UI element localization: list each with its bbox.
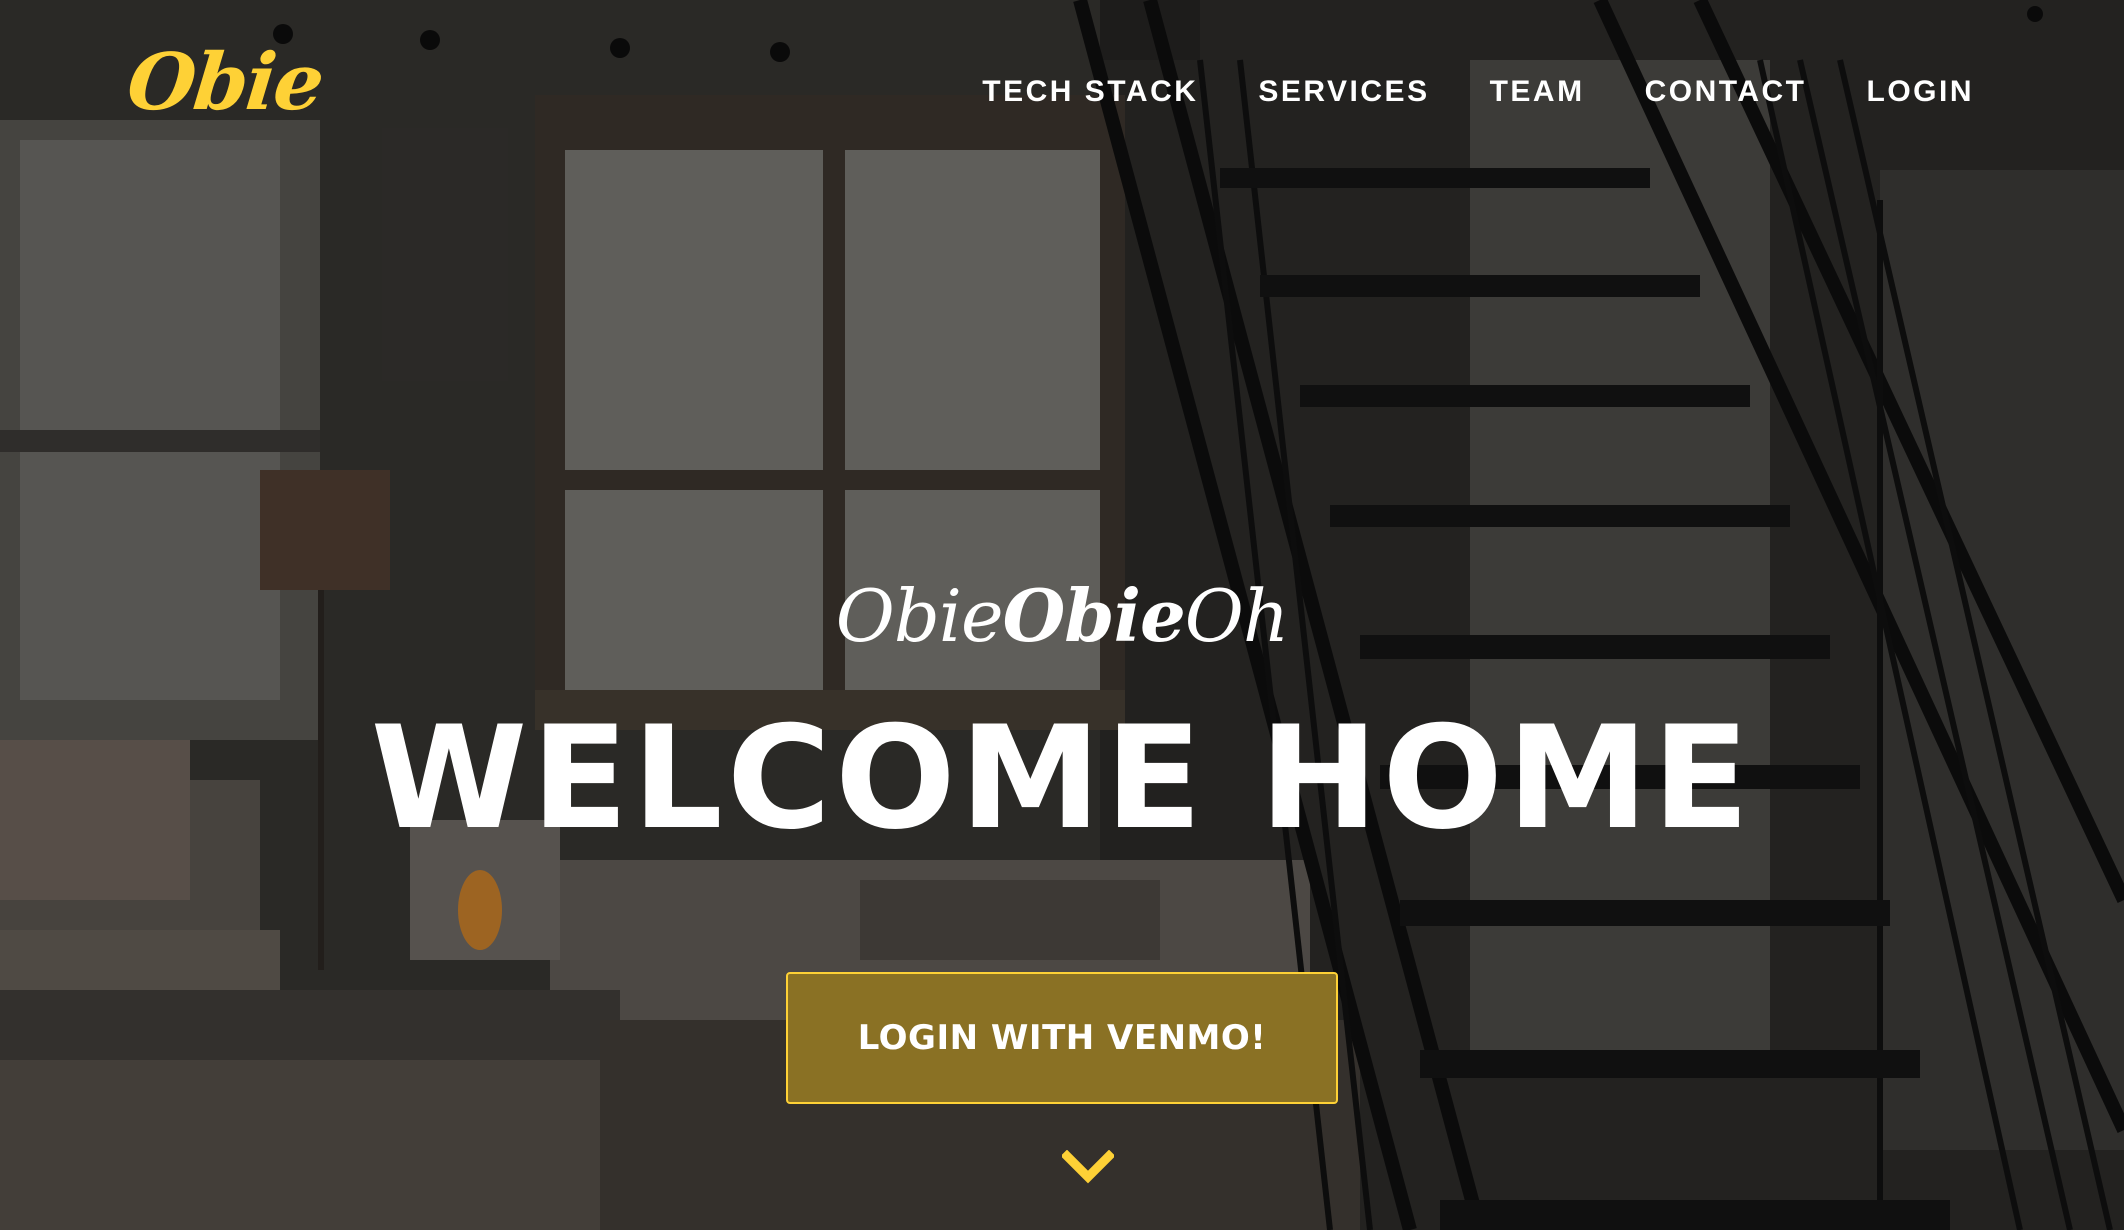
hero-text: ObieObieOh WELCOME HOME [0, 580, 2124, 850]
nav-item-login[interactable]: LOGIN [1837, 74, 2005, 110]
login-with-venmo-button[interactable]: LOGIN WITH VENMO! [786, 972, 1338, 1104]
hero-section: Obie TECH STACK SERVICES TEAM CONTACT LO… [0, 0, 2124, 1230]
brand-logo[interactable]: Obie [123, 37, 326, 128]
subheading-part-1: Obie [835, 574, 1004, 658]
subheading-part-2: Oh [1184, 574, 1289, 658]
hero-subheading: ObieObieOh [0, 580, 2124, 653]
nav-menu: TECH STACK SERVICES TEAM CONTACT LOGIN [952, 74, 2004, 110]
top-navbar: Obie TECH STACK SERVICES TEAM CONTACT LO… [0, 0, 2124, 190]
nav-item-services[interactable]: SERVICES [1228, 74, 1459, 110]
subheading-part-bold: Obie [1002, 573, 1186, 658]
hero-heading: WELCOME HOME [370, 696, 1754, 861]
nav-item-contact[interactable]: CONTACT [1615, 74, 1837, 110]
nav-item-tech-stack[interactable]: TECH STACK [952, 74, 1228, 110]
chevron-down-icon[interactable] [1062, 1150, 1114, 1184]
nav-item-team[interactable]: TEAM [1460, 74, 1615, 110]
